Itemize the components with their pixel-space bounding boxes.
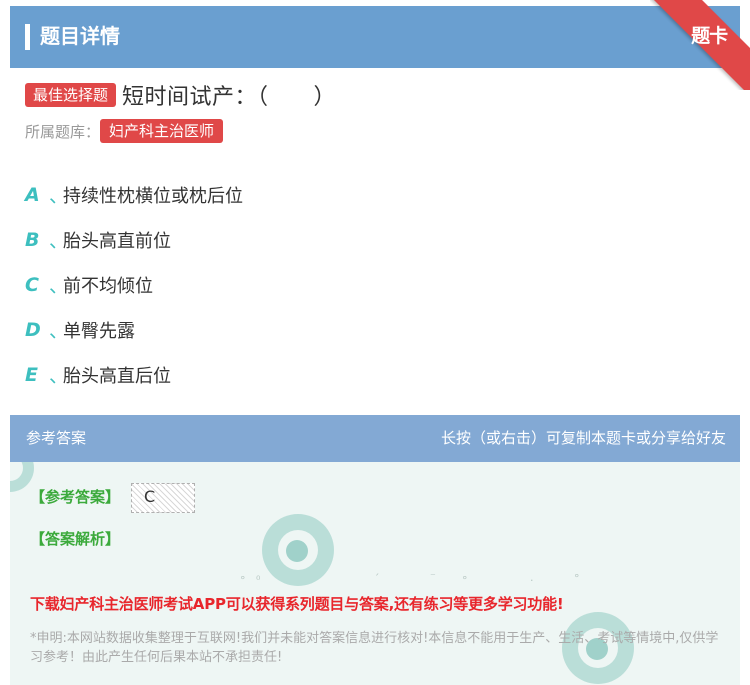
question-type-badge: 最佳选择题 [25,83,117,107]
option-letter: D [25,318,41,341]
library-badge[interactable]: 妇产科主治医师 [100,119,224,143]
question-library-line: 所属题库： 妇产科主治医师 [25,118,725,144]
answer-section-body: ° ₀ ´ ⁻ ° · ° 【参考答案】 C 【答案解析】 下载妇产科主治医师考… [10,462,740,685]
option-separator: 、 [49,230,69,252]
option-letter: A [25,183,40,206]
header-title: 题目详情 [40,24,120,48]
option-e[interactable]: E 、 胎头高直后位 [25,352,725,397]
ribbon-label: 题卡 [691,25,728,48]
question-card-ribbon[interactable]: 题卡 [650,0,750,90]
option-letter: B [25,228,40,251]
share-hint: 长按（或右击）可复制本题卡或分享给好友 [440,429,726,447]
option-letter: E [25,363,38,386]
option-letter: C [25,273,39,296]
option-d[interactable]: D 、 单臀先露 [25,307,725,352]
answer-label: 【参考答案】 [30,488,121,506]
option-text: 胎头高直后位 [63,365,171,387]
question-block: 最佳选择题 短时间试产：（ ） 所属题库： 妇产科主治医师 [25,80,725,144]
option-c[interactable]: C 、 前不均倾位 [25,262,725,307]
question-stem: 短时间试产：（ ） [122,85,337,110]
answer-section-title: 参考答案 [26,429,87,447]
option-text: 前不均倾位 [63,275,153,297]
option-text: 胎头高直前位 [63,230,171,252]
option-separator: 、 [49,320,69,342]
detail-header: 题目详情 [10,6,740,68]
question-stem-line: 最佳选择题 短时间试产：（ ） [25,80,725,110]
option-text: 持续性枕横位或枕后位 [63,185,243,207]
option-separator: 、 [49,275,69,297]
option-b[interactable]: B 、 胎头高直前位 [25,217,725,262]
analysis-label: 【答案解析】 [30,530,121,548]
library-label: 所属题库： [25,122,101,141]
watermark-logo-icon [262,514,334,586]
answer-value: C [131,483,195,513]
disclaimer-text: *申明:本网站数据收集整理于互联网!我们并未能对答案信息进行核对!本信息不能用于… [30,631,719,665]
option-separator: 、 [49,365,69,387]
option-a[interactable]: A 、 持续性枕横位或枕后位 [25,172,725,217]
app-download-promo[interactable]: 下载妇产科主治医师考试APP可以获得系列题目与答案,还有练习等更多学习功能! [30,593,564,614]
option-list: A 、 持续性枕横位或枕后位 B 、 胎头高直前位 C 、 前不均倾位 D 、 … [25,172,725,397]
ribbon-band: 题卡 [650,0,750,90]
answer-section-header: 参考答案 长按（或右击）可复制本题卡或分享给好友 [10,415,740,462]
option-text: 单臀先露 [63,320,135,342]
option-separator: 、 [49,185,69,207]
header-accent-bar [25,24,30,50]
